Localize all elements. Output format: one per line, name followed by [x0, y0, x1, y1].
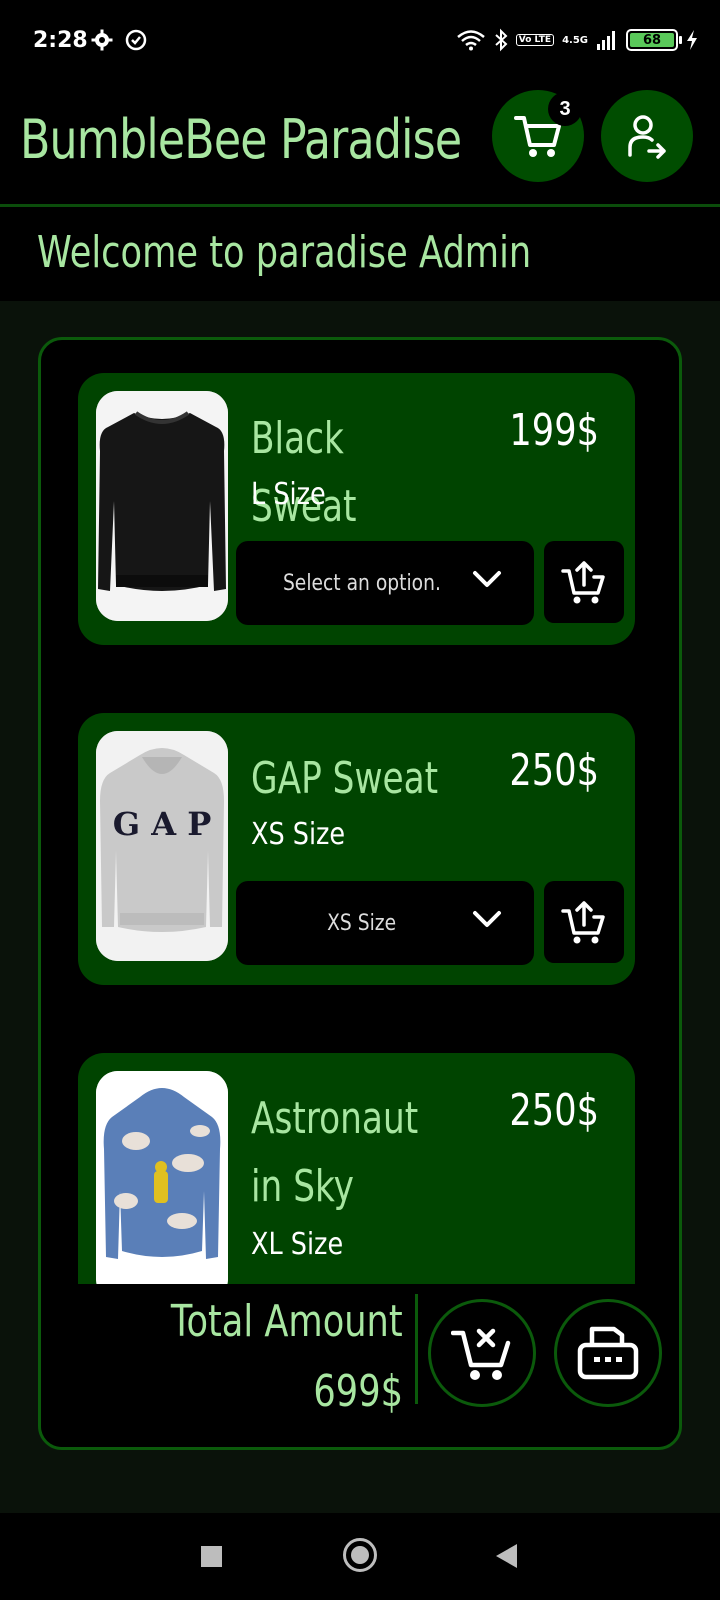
- gap-logo-text: G A P: [113, 805, 212, 843]
- cart-upload-icon: [561, 561, 605, 604]
- network-type: 4.5G: [562, 34, 588, 46]
- add-to-cart-button[interactable]: [544, 881, 624, 963]
- cart-remove-icon: [451, 1328, 511, 1380]
- cart-button[interactable]: 3: [492, 90, 584, 182]
- signal-icon: [597, 31, 615, 50]
- product-name: Astronaut in Sky: [251, 1093, 419, 1212]
- astronaut-hoodie-image: [96, 1071, 228, 1301]
- system-nav-bar: [0, 1513, 720, 1600]
- product-price: 199$: [509, 405, 599, 456]
- status-time: 2:28: [33, 28, 88, 53]
- bluetooth-icon: [495, 28, 508, 52]
- product-size: L Size: [251, 477, 326, 512]
- back-button[interactable]: [496, 1544, 517, 1568]
- cart-footer: Total Amount 699$: [41, 1284, 679, 1447]
- charging-icon: [687, 30, 697, 50]
- status-right-icons: Vo LTE 4.5G 68: [456, 28, 698, 52]
- battery-level: 68: [630, 33, 674, 48]
- welcome-bar: Welcome to paradise Admin: [0, 207, 720, 301]
- product-name: Black Sweat: [251, 413, 357, 532]
- product-card: Black Sweat 199$ L Size Select an option…: [78, 373, 635, 645]
- cart-panel[interactable]: Black Sweat 199$ L Size Select an option…: [38, 337, 682, 1450]
- select-value: Select an option.: [283, 570, 441, 596]
- wifi-icon: [456, 30, 485, 51]
- settings-icon: [91, 29, 113, 51]
- product-name: GAP Sweat: [251, 753, 439, 804]
- cart-upload-icon: [561, 901, 605, 944]
- size-select[interactable]: Select an option.: [236, 541, 534, 625]
- app-header: BumbleBee Paradise 3: [0, 84, 720, 204]
- product-price: 250$: [509, 1085, 599, 1136]
- home-button[interactable]: [343, 1538, 377, 1572]
- product-size: XL Size: [251, 1227, 344, 1262]
- select-value: XS Size: [327, 910, 397, 936]
- recents-button[interactable]: [201, 1546, 222, 1567]
- battery-indicator: 68: [626, 29, 682, 51]
- chevron-down-icon: [473, 911, 501, 927]
- gap-hoodie-image: G A P: [96, 731, 228, 961]
- status-left-icons: [90, 28, 148, 52]
- user-logout-icon: [628, 115, 666, 159]
- status-bar: 2:28 Vo LTE 4.5G 68: [0, 0, 720, 84]
- data-saver-icon: [125, 29, 147, 51]
- logout-button[interactable]: [601, 90, 693, 182]
- cart-count-badge: 3: [548, 92, 582, 126]
- chevron-down-icon: [473, 571, 501, 587]
- product-image: [96, 391, 228, 621]
- clear-cart-button[interactable]: [428, 1299, 536, 1407]
- volte-badge: Vo LTE: [515, 34, 555, 46]
- product-price: 250$: [509, 745, 599, 796]
- total-value: 699$: [313, 1366, 403, 1417]
- product-image: [96, 1071, 228, 1301]
- app-title: BumbleBee Paradise: [20, 108, 462, 171]
- product-card: G A P GAP Sweat 250$ XS Size XS Size: [78, 713, 635, 985]
- product-image: G A P: [96, 731, 228, 961]
- checkout-button[interactable]: [554, 1299, 662, 1407]
- black-sweatshirt-image: [96, 391, 228, 621]
- welcome-text: Welcome to paradise Admin: [37, 227, 532, 278]
- size-select[interactable]: XS Size: [236, 881, 534, 965]
- add-to-cart-button[interactable]: [544, 541, 624, 623]
- cash-register-icon: [577, 1326, 639, 1380]
- product-size: XS Size: [251, 817, 346, 852]
- total-label: Total Amount: [171, 1296, 403, 1347]
- footer-divider: [415, 1294, 418, 1404]
